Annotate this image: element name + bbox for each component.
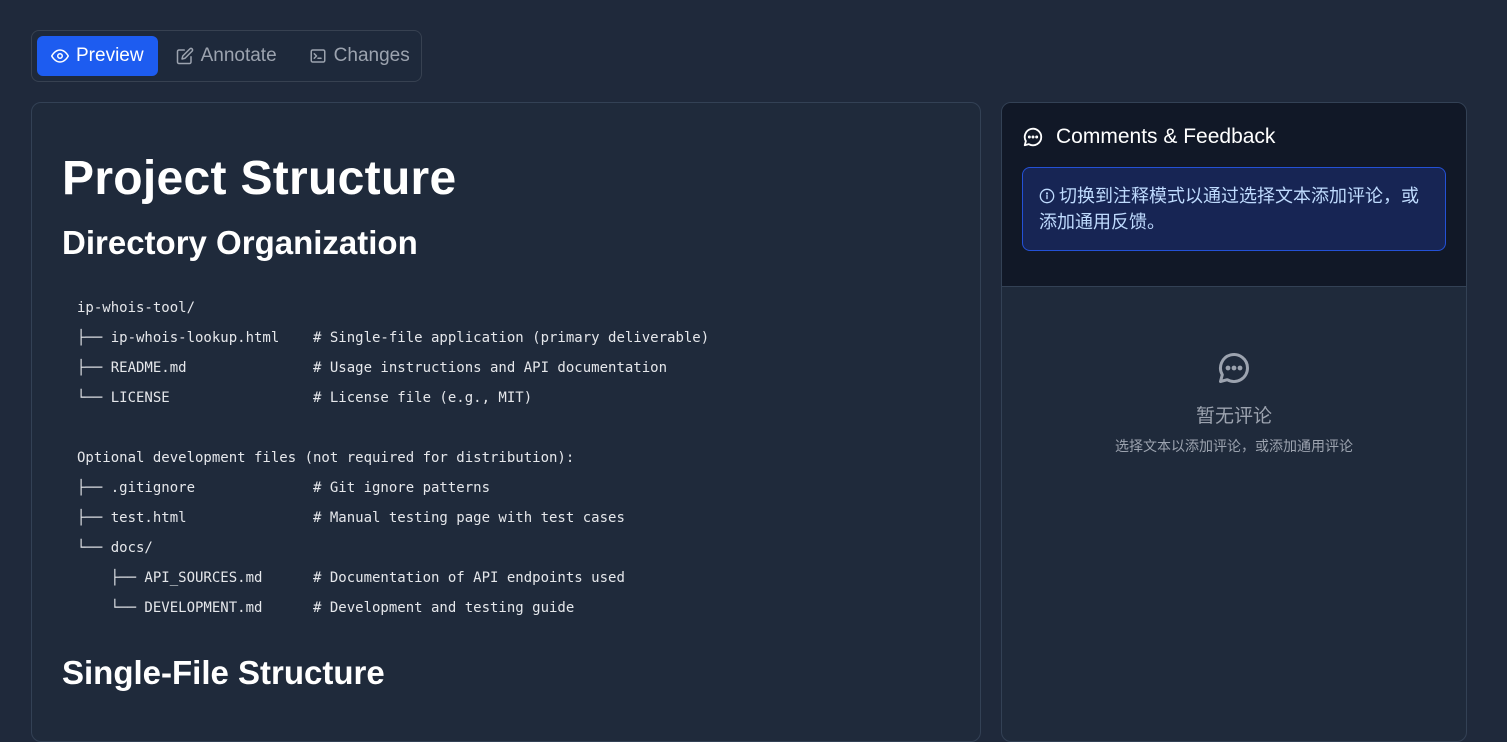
markdown-preview-panel: Project Structure Directory Organization… [31,102,981,742]
code-block: ip-whois-tool/ ├── ip-whois-lookup.html … [62,293,950,623]
code-line: ├── .gitignore # Git ignore patterns [77,480,491,496]
empty-comments-title: 暂无评论 [1195,406,1272,427]
tab-annotate-label: Annotate [200,45,277,66]
document-title: Project Structure [62,152,457,205]
code-line: ├── API_SOURCES.md # Documentation of AP… [77,570,625,586]
empty-comments-subtitle: 选择文本以添加评论，或添加通用评论 [1115,438,1353,454]
tab-annotate[interactable]: Annotate [162,36,291,76]
section-heading-single-file: Single-File Structure [62,654,385,691]
info-icon [1039,188,1055,204]
tab-changes-label: Changes [333,45,410,66]
tab-preview[interactable]: Preview [37,36,158,76]
code-line: └── DEVELOPMENT.md # Development and tes… [77,600,575,616]
empty-comments-state: 暂无评论 选择文本以添加评论，或添加通用评论 [1002,287,1466,456]
tab-preview-label: Preview [76,45,144,66]
page-scrollbar[interactable] [1497,0,1507,715]
comments-title-label: Comments & Feedback [1056,125,1276,148]
comments-title: Comments & Feedback [1022,125,1446,149]
code-line: ├── README.md # Usage instructions and A… [77,360,668,376]
view-mode-tabs: Preview Annotate Changes [31,30,422,82]
code-line: └── LICENSE # License file (e.g., MIT) [77,390,533,406]
section-heading-directory: Directory Organization [62,224,418,261]
tab-changes[interactable]: Changes [295,36,424,76]
chat-bubble-icon [1219,353,1249,383]
eye-icon [51,49,69,63]
code-line: └── docs/ [77,540,153,556]
annotation-hint-text: 切换到注释模式以通过选择文本添加评论，或添加通用反馈。 [1039,186,1419,232]
code-line: ip-whois-tool/ [77,300,196,316]
pencil-square-icon [176,47,193,65]
code-line: ├── ip-whois-lookup.html # Single-file a… [77,330,710,346]
comments-panel: Comments & Feedback 切换到注释模式以通过选择文本添加评论，或… [1001,102,1467,742]
chat-bubble-icon [1023,127,1043,147]
comments-header: Comments & Feedback 切换到注释模式以通过选择文本添加评论，或… [1002,103,1466,287]
annotation-hint: 切换到注释模式以通过选择文本添加评论，或添加通用反馈。 [1022,167,1446,251]
terminal-icon [310,49,326,63]
code-line: ├── test.html # Manual testing page with… [77,510,625,526]
code-line: Optional development files (not required… [77,450,575,466]
